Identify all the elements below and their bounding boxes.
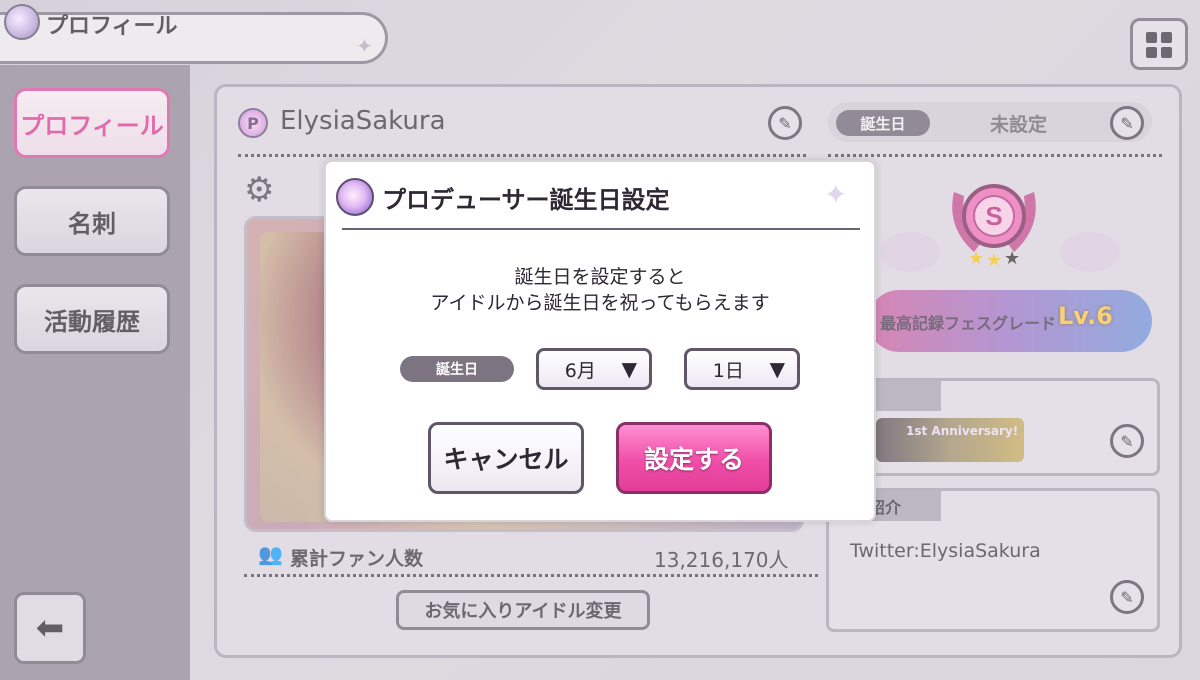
dialog-title: プロデューサー誕生日設定 (382, 186, 670, 214)
dialog-message-line1: 誕生日を設定すると (514, 266, 686, 288)
confirm-button[interactable]: 設定する (616, 422, 772, 494)
day-value: 1日 (712, 359, 744, 382)
dialog-divider (342, 228, 860, 230)
month-value: 6月 (564, 359, 596, 382)
month-select[interactable]: 6月 ▼ (536, 348, 652, 390)
cancel-button[interactable]: キャンセル (428, 422, 584, 494)
dropdown-arrow-icon: ▼ (769, 357, 785, 381)
birthday-tag: 誕生日 (400, 356, 514, 382)
sparkle-icon: ✦ (824, 178, 848, 211)
producer-icon (336, 178, 374, 216)
dialog-message-line2: アイドルから誕生日を祝ってもらえます (430, 292, 770, 314)
day-select[interactable]: 1日 ▼ (684, 348, 800, 390)
dropdown-arrow-icon: ▼ (621, 357, 637, 381)
